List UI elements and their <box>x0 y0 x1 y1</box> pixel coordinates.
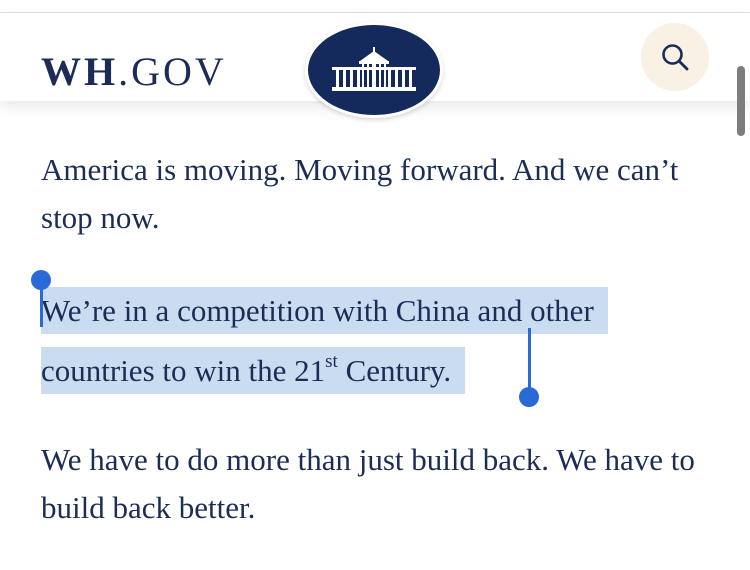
white-house-seal-icon[interactable] <box>305 22 443 118</box>
paragraph-2-text-end: Century. <box>337 353 452 388</box>
paragraph-2-text: We’re in a competition with China and ot… <box>41 293 594 388</box>
selection-start-handle-bar[interactable] <box>40 287 43 327</box>
paragraph-1: America is moving. Moving forward. And w… <box>41 152 679 235</box>
logo-rest-text: .GOV <box>118 49 227 94</box>
selection-end-handle-bar[interactable] <box>528 328 531 388</box>
paragraph-2-superscript: st <box>325 351 338 372</box>
selection-start-handle[interactable] <box>31 270 51 290</box>
paragraph-2-selected[interactable]: We’re in a competition with China and ot… <box>41 281 711 401</box>
selection-highlight: We’re in a competition with China and ot… <box>41 287 608 394</box>
paragraph-3: We have to do more than just build back.… <box>41 442 695 525</box>
scrollbar-thumb[interactable] <box>737 66 745 136</box>
search-icon <box>662 44 689 71</box>
white-house-building-icon <box>332 47 416 91</box>
logo-bold-text: WH <box>41 49 119 94</box>
site-logo-link[interactable]: WH.GOV <box>41 49 227 95</box>
selection-end-handle[interactable] <box>519 387 539 407</box>
search-button[interactable] <box>641 23 709 91</box>
